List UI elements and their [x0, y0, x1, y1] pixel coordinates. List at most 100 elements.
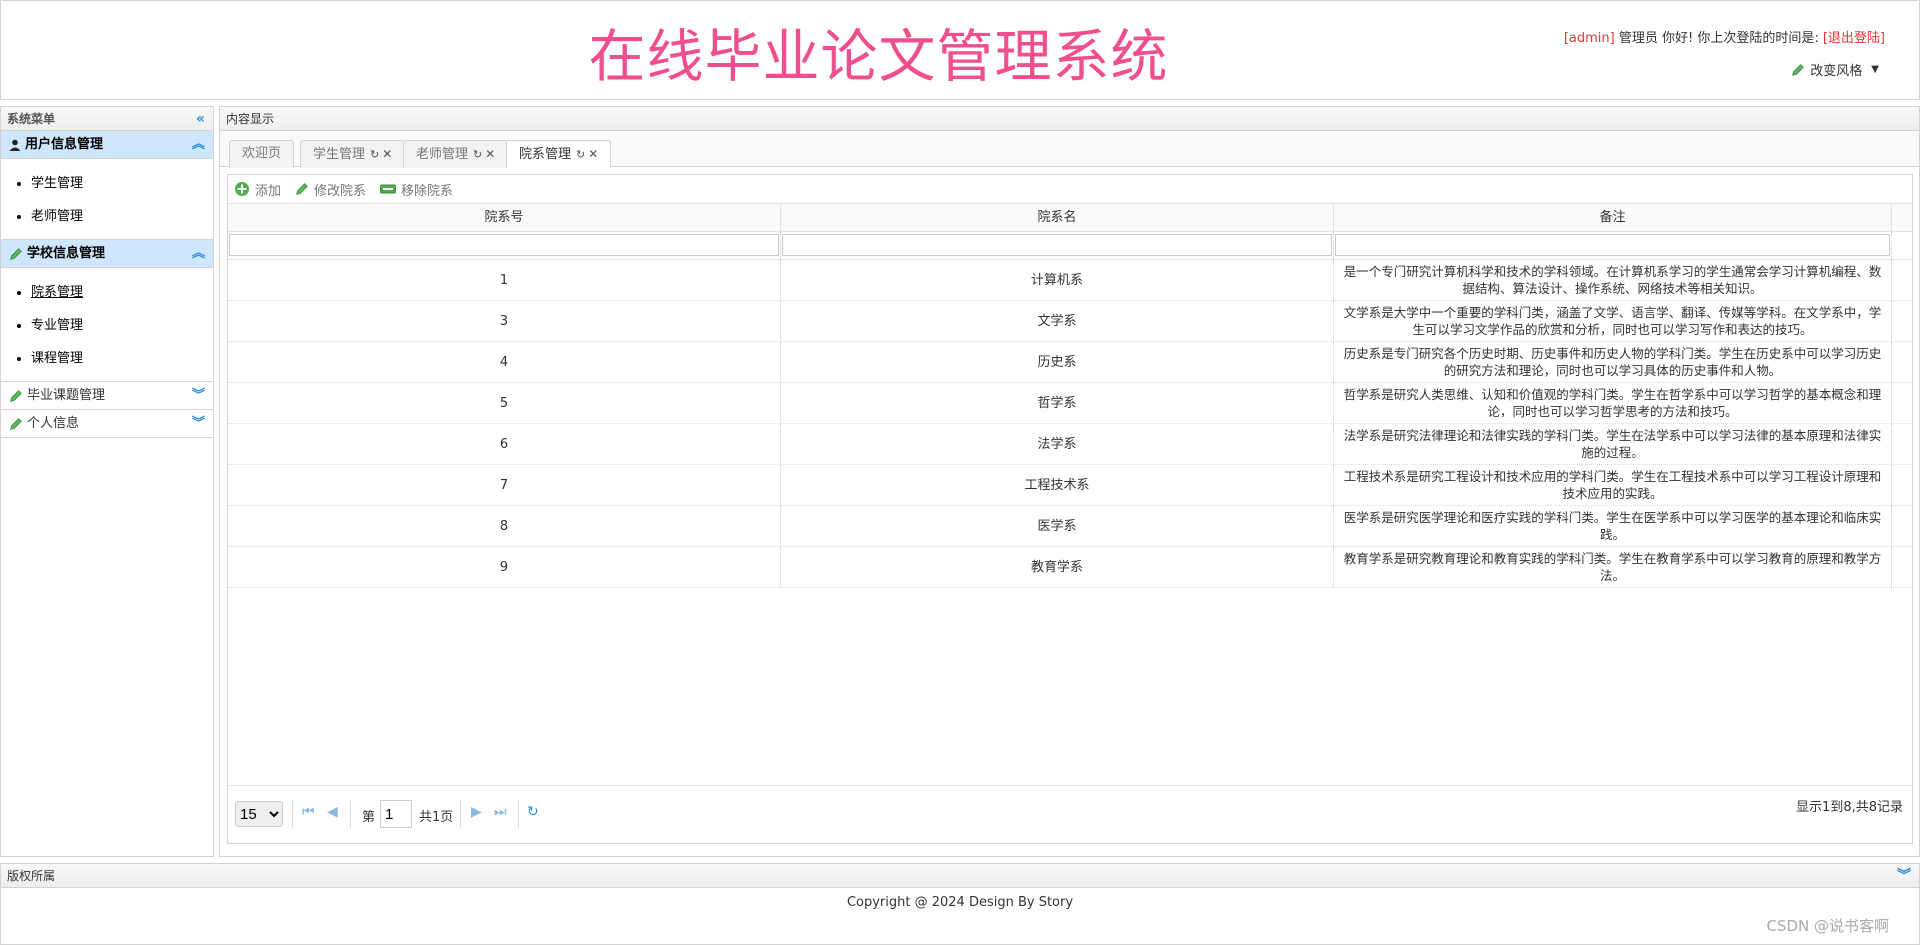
page-number-input[interactable] [380, 800, 412, 828]
close-icon[interactable]: ✕ [485, 147, 495, 161]
tab-welcome[interactable]: 欢迎页 [229, 140, 295, 168]
pencil-icon [10, 417, 22, 430]
pencil-icon [296, 183, 308, 195]
cell-note: 是一个专门研究计算机科学和技术的学科领域。在计算机系学习的学生通常会学习计算机编… [1334, 260, 1892, 300]
cell-dept-id: 5 [228, 383, 781, 423]
cell-note: 哲学系是研究人类思维、认知和价值观的学科门类。学生在哲学系中可以学习哲学的基本概… [1334, 383, 1892, 423]
column-header-dept-name[interactable]: 院系名 [781, 204, 1334, 231]
remove-department-button[interactable]: 移除院系 [380, 180, 453, 199]
copyright-text: Copyright @ 2024 Design By Story [846, 895, 1074, 910]
refresh-icon[interactable]: ↻ [527, 804, 539, 820]
logout-link[interactable]: [退出登陆] [1823, 31, 1885, 46]
cell-note: 教育学系是研究教育理论和教育实践的学科门类。学生在教育学系中可以学习教育的原理和… [1334, 547, 1892, 587]
cell-dept-id: 4 [228, 342, 781, 382]
department-datagrid: 添加 修改院系 移除院系 院系号 院系名 备注 1 计算机系 是一个专门研究计算机科… [227, 174, 1913, 844]
cell-dept-id: 8 [228, 506, 781, 546]
pencil-icon [10, 247, 22, 260]
table-row[interactable]: 1 计算机系 是一个专门研究计算机科学和技术的学科领域。在计算机系学习的学生通常会学… [228, 260, 1912, 301]
last-page-icon[interactable]: ⏭ [494, 804, 507, 820]
table-row[interactable]: 4 历史系 历史系是专门研究各个历史时期、历史事件和历史人物的学科门类。学生在历史系… [228, 342, 1912, 383]
menu-group-label: 用户信息管理 [25, 136, 104, 152]
cell-dept-name: 医学系 [781, 506, 1334, 546]
chevron-down-icon[interactable]: ︾ [192, 382, 205, 410]
greeting-text: 管理员 你好! 你上次登陆的时间是: [1614, 31, 1823, 46]
cell-dept-name: 哲学系 [781, 383, 1334, 423]
page-size-select[interactable]: 15 [235, 801, 283, 827]
menu-group-school-info[interactable]: 学校信息管理 ︽ [1, 240, 213, 268]
cell-note: 历史系是专门研究各个历史时期、历史事件和历史人物的学科门类。学生在历史系中可以学… [1334, 342, 1892, 382]
prev-page-icon[interactable]: ◀ [327, 804, 338, 820]
refresh-icon[interactable]: ↻ [473, 148, 482, 161]
filter-input-dept-name[interactable] [782, 234, 1332, 256]
system-menu-header: 系统菜单 « [1, 107, 213, 131]
footer-title: 版权所属 [7, 869, 56, 883]
table-row[interactable]: 8 医学系 医学系是研究医学理论和医疗实践的学科门类。学生在医学系中可以学习医学的基… [228, 506, 1912, 547]
grid-toolbar: 添加 修改院系 移除院系 [228, 175, 1912, 204]
remove-icon [380, 184, 397, 194]
app-header: 在线毕业论文管理系统 [admin] 管理员 你好! 你上次登陆的时间是: [退… [0, 0, 1920, 100]
user-icon [9, 139, 21, 151]
filter-input-note[interactable] [1335, 234, 1890, 256]
cell-dept-id: 7 [228, 465, 781, 505]
menu-item-course[interactable]: 课程管理 [31, 342, 213, 375]
chevron-up-icon[interactable]: ︽ [192, 131, 205, 159]
menu-group-label: 个人信息 [27, 415, 80, 431]
menu-item-department[interactable]: 院系管理 [31, 276, 213, 309]
table-row[interactable]: 7 工程技术系 工程技术系是研究工程设计和技术应用的学科门类。学生在工程技术系中可以… [228, 465, 1912, 506]
cell-dept-name: 工程技术系 [781, 465, 1334, 505]
tab-department[interactable]: 院系管理 ↻ ✕ [506, 140, 612, 168]
first-page-icon[interactable]: ⏮ [302, 804, 315, 820]
chevron-down-icon[interactable]: ︾ [192, 410, 205, 438]
chevron-down-icon[interactable]: ︾ [1897, 864, 1911, 888]
total-pages: 共1页 [419, 810, 454, 825]
content-header: 内容显示 [220, 107, 1919, 131]
close-icon[interactable]: ✕ [588, 147, 598, 161]
menu-item-student[interactable]: 学生管理 [31, 167, 213, 200]
footer-panel: 版权所属 ︾ Copyright @ 2024 Design By Story … [0, 863, 1920, 945]
change-style-button[interactable]: 改变风格 ▼ [1791, 60, 1879, 79]
user-info: [admin] 管理员 你好! 你上次登陆的时间是: [退出登陆] [1564, 27, 1885, 46]
table-row[interactable]: 3 文学系 文学系是大学中一个重要的学科门类，涵盖了文学、语言学、翻译、传媒等学科。… [228, 301, 1912, 342]
tab-student[interactable]: 学生管理 ↻ ✕ [300, 140, 406, 168]
chevron-up-icon[interactable]: ︽ [192, 240, 205, 268]
table-row[interactable]: 6 法学系 法学系是研究法律理论和法律实践的学科门类。学生在法学系中可以学习法律的基… [228, 424, 1912, 465]
cell-dept-name: 计算机系 [781, 260, 1334, 300]
cell-dept-id: 9 [228, 547, 781, 587]
cell-dept-id: 1 [228, 260, 781, 300]
menu-group-label: 学校信息管理 [27, 245, 106, 261]
add-icon [235, 182, 249, 196]
next-page-icon[interactable]: ▶ [471, 804, 482, 820]
close-icon[interactable]: ✕ [382, 147, 392, 161]
cell-note: 文学系是大学中一个重要的学科门类，涵盖了文学、语言学、翻译、传媒等学科。在文学系… [1334, 301, 1892, 341]
username: [admin] [1563, 31, 1615, 46]
collapse-left-icon[interactable]: « [196, 107, 205, 131]
menu-group-user-info[interactable]: 用户信息管理 ︽ [1, 131, 213, 159]
table-row[interactable]: 5 哲学系 哲学系是研究人类思维、认知和价值观的学科门类。学生在哲学系中可以学习哲学… [228, 383, 1912, 424]
menu-group-label: 毕业课题管理 [27, 387, 106, 403]
tab-teacher[interactable]: 老师管理 ↻ ✕ [403, 140, 509, 168]
caret-down-icon: ▼ [1871, 64, 1879, 75]
grid-body: 1 计算机系 是一个专门研究计算机科学和技术的学科领域。在计算机系学习的学生通常会学… [228, 260, 1912, 588]
cell-dept-name: 历史系 [781, 342, 1334, 382]
column-header-dept-id[interactable]: 院系号 [228, 204, 781, 231]
column-header-note[interactable]: 备注 [1334, 204, 1892, 231]
menu-group-personal-info[interactable]: 个人信息 ︾ [1, 410, 213, 438]
system-menu-title: 系统菜单 [7, 112, 56, 126]
filter-input-dept-id[interactable] [229, 234, 779, 256]
menu-group-graduation-topic[interactable]: 毕业课题管理 ︾ [1, 382, 213, 410]
pencil-icon [10, 389, 22, 402]
grid-filter-row [228, 232, 1912, 260]
refresh-icon[interactable]: ↻ [576, 148, 585, 161]
edit-department-button[interactable]: 修改院系 [295, 180, 366, 199]
tab-bar: 欢迎页 学生管理 ↻ ✕ 老师管理 ↻ ✕ 院系管理 ↻ ✕ [220, 133, 1919, 168]
cell-note: 法学系是研究法律理论和法律实践的学科门类。学生在法学系中可以学习法律的基本原理和… [1334, 424, 1892, 464]
add-button[interactable]: 添加 [234, 180, 281, 199]
watermark-text: CSDN @说书客啊 [1766, 917, 1889, 935]
change-style-label: 改变风格 [1810, 64, 1863, 79]
menu-item-teacher[interactable]: 老师管理 [31, 200, 213, 233]
refresh-icon[interactable]: ↻ [370, 148, 379, 161]
table-row[interactable]: 9 教育学系 教育学系是研究教育理论和教育实践的学科门类。学生在教育学系中可以学习教… [228, 547, 1912, 588]
menu-item-major[interactable]: 专业管理 [31, 309, 213, 342]
system-menu-panel: 系统菜单 « 用户信息管理 ︽ 学生管理 老师管理 学校信息管理 ︽ 院系管理 … [0, 106, 214, 857]
app-title: 在线毕业论文管理系统 [588, 24, 1169, 90]
